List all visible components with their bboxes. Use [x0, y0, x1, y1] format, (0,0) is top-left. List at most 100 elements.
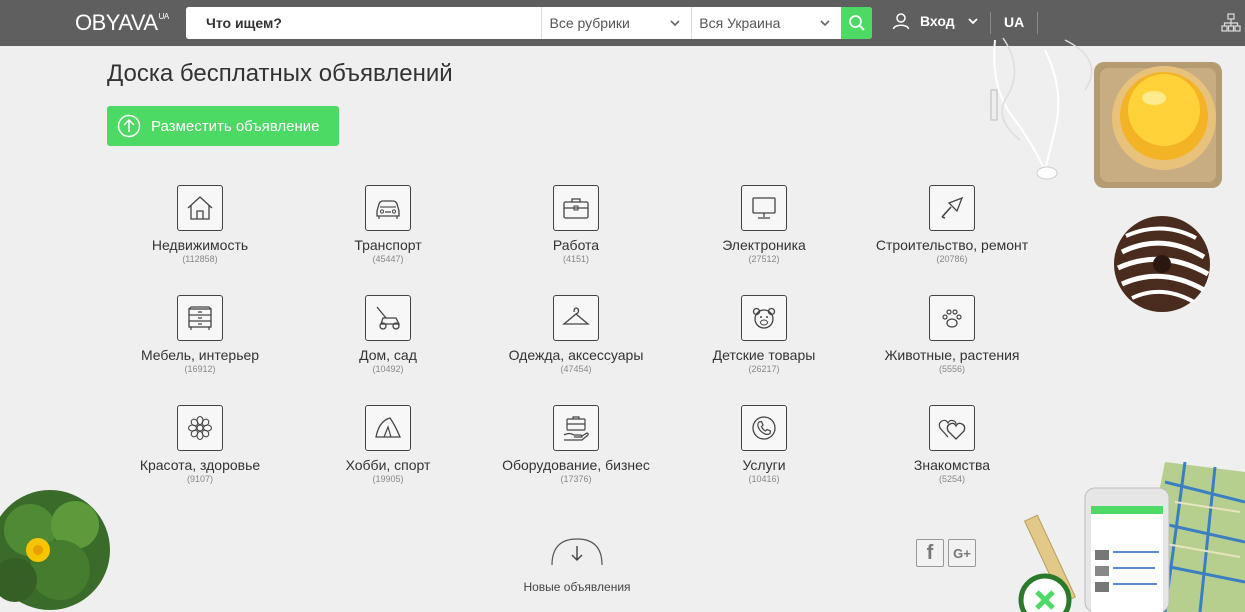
category-count: (10492) [372, 364, 404, 374]
logo-superscript: UA [158, 12, 170, 21]
flower-icon [187, 415, 213, 441]
lawnmower-icon [376, 306, 401, 330]
category-count: (10416) [748, 474, 780, 484]
login-label: Вход [920, 13, 955, 29]
search-bar: Все рубрики Вся Украина [186, 7, 872, 39]
facebook-button[interactable]: f [916, 539, 944, 567]
paw-icon [942, 309, 962, 328]
category-count: (20786) [936, 254, 968, 264]
category-real-estate[interactable]: Недвижимость (112858) [106, 185, 294, 295]
category-count: (17376) [560, 474, 592, 484]
category-name: Транспорт [354, 237, 422, 253]
category-icon-box [741, 405, 787, 451]
category-count: (16912) [184, 364, 216, 374]
category-furniture[interactable]: Мебель, интерьер (16912) [106, 295, 294, 405]
category-transport[interactable]: Транспорт (45447) [294, 185, 482, 295]
hanger-icon [562, 307, 590, 325]
category-name: Знакомства [913, 457, 991, 473]
rubric-select-value: Все рубрики [549, 15, 630, 31]
category-name: Дом, сад [359, 347, 417, 363]
plant-icon [0, 490, 110, 610]
category-name: Работа [552, 237, 600, 253]
rubric-select[interactable]: Все рубрики [541, 7, 691, 39]
new-ads-label: Новые объявления [523, 580, 631, 594]
category-icon-box [365, 405, 411, 451]
category-name: Оборудование, бизнес [502, 457, 650, 473]
juice-glass-icon [1094, 62, 1222, 188]
category-icon-box [177, 405, 223, 451]
category-count: (47454) [560, 364, 592, 374]
google-plus-button[interactable]: G+ [948, 539, 976, 567]
category-count: (9107) [186, 474, 213, 484]
house-icon [187, 196, 213, 220]
category-clothing[interactable]: Одежда, аксессуары (47454) [482, 295, 670, 405]
category-name: Животные, растения [884, 347, 1020, 363]
monitor-icon [752, 197, 776, 219]
category-icon-box [929, 295, 975, 341]
phone-icon [752, 416, 776, 440]
category-name: Красота, здоровье [139, 457, 261, 473]
category-count: (5254) [938, 474, 965, 484]
category-electronics[interactable]: Электроника (27512) [670, 185, 858, 295]
post-ad-button[interactable]: Разместить объявление [107, 106, 339, 146]
category-name: Мебель, интерьер [140, 347, 260, 363]
category-count: (4151) [562, 254, 589, 264]
category-name: Одежда, аксессуары [508, 347, 644, 363]
business-case-icon [563, 416, 589, 441]
category-name: Хобби, спорт [345, 457, 431, 473]
category-construction[interactable]: Строительство, ремонт (20786) [858, 185, 1046, 295]
search-icon [848, 15, 865, 31]
category-count: (45447) [372, 254, 404, 264]
page-title: Доска бесплатных объявлений [107, 60, 453, 87]
category-name: Недвижимость [151, 237, 249, 253]
site-logo[interactable]: OBYAVAUA [75, 10, 169, 36]
language-switch[interactable]: UA [1004, 14, 1024, 30]
category-animals-plants[interactable]: Животные, растения (5556) [858, 295, 1046, 405]
category-name: Строительство, ремонт [875, 237, 1029, 253]
map-phone-icon [1018, 462, 1245, 612]
tent-icon [375, 417, 401, 438]
category-icon-box [741, 185, 787, 231]
category-icon-box [553, 185, 599, 231]
category-icon-box [741, 295, 787, 341]
chevron-down-icon [670, 20, 680, 27]
category-services[interactable]: Услуги (10416) [670, 405, 858, 515]
category-icon-box [553, 405, 599, 451]
user-icon [892, 13, 910, 30]
category-equipment-business[interactable]: Оборудование, бизнес (17376) [482, 405, 670, 515]
category-count: (19905) [372, 474, 404, 484]
category-icon-box [177, 185, 223, 231]
search-button[interactable] [841, 7, 872, 39]
search-input[interactable] [186, 7, 542, 39]
category-kids[interactable]: Детские товары (26217) [670, 295, 858, 405]
arrow-up-circle-icon [117, 114, 141, 138]
trowel-icon [941, 196, 964, 219]
category-count: (5556) [938, 364, 965, 374]
sitemap-icon[interactable] [1221, 13, 1241, 33]
region-select-value: Вся Украина [699, 15, 781, 31]
category-hobby-sport[interactable]: Хобби, спорт (19905) [294, 405, 482, 515]
new-ads-link[interactable]: Новые объявления [520, 538, 634, 594]
category-count: (112858) [182, 254, 218, 264]
chevron-down-icon [967, 18, 978, 25]
teddy-bear-icon [752, 307, 776, 329]
category-icon-box [553, 295, 599, 341]
donut-icon [1114, 216, 1210, 312]
logo-text: OBYAVA [75, 10, 158, 35]
category-name: Услуги [742, 457, 786, 473]
facebook-icon: f [926, 541, 934, 564]
category-icon-box [365, 185, 411, 231]
category-icon-box [929, 405, 975, 451]
login-button[interactable]: Вход [892, 12, 979, 30]
arrow-down-icon [551, 538, 603, 566]
category-count: (27512) [748, 254, 780, 264]
category-icon-box [365, 295, 411, 341]
region-select[interactable]: Вся Украина [691, 7, 841, 39]
category-icon-box [929, 185, 975, 231]
google-plus-icon: G+ [953, 545, 971, 561]
category-icon-box [177, 295, 223, 341]
category-home-garden[interactable]: Дом, сад (10492) [294, 295, 482, 405]
category-beauty-health[interactable]: Красота, здоровье (9107) [106, 405, 294, 515]
hearts-icon [938, 419, 966, 440]
category-jobs[interactable]: Работа (4151) [482, 185, 670, 295]
